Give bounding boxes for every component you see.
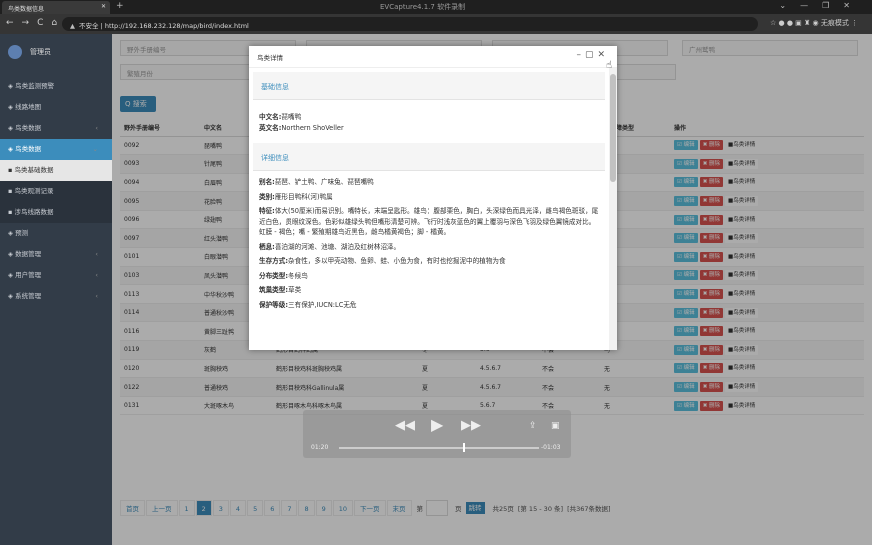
window-title: EVCapture4.1.7 软件录制 — [380, 3, 466, 11]
sidebar-item-label: 涉鸟线路数据 — [14, 208, 54, 216]
seek-knob[interactable] — [463, 443, 465, 452]
share-icon[interactable]: ⇪ — [529, 421, 537, 431]
field-label: 生存方式: — [259, 257, 289, 265]
sidebar-item[interactable]: ◈ 鸟类数据 ‹ — [0, 118, 112, 139]
field-label: 特征: — [259, 207, 275, 215]
field-label: 栖息: — [259, 242, 275, 251]
field-value: 雁形目鸭科(河)鸭属 — [274, 192, 333, 201]
profile-label: 无痕模式 — [820, 19, 849, 27]
detail-field: 特征:体大(50厘米)而易识别。嘴特长，末端呈匙形。雄鸟：腹部栗色，胸白，头深绿… — [253, 206, 605, 238]
seek-bar[interactable] — [339, 443, 539, 452]
detail-field: 分布类型:冬候鸟 — [253, 271, 605, 282]
sidebar-item[interactable]: ▪ 鸟类基础数据 — [0, 160, 112, 181]
sidebar-item-label: 用户管理 — [15, 271, 42, 279]
sidebar: 管理员 ◈ 鸟类监测预警 ◈ 线路地图 ◈ 鸟类数据 ‹ ◈ 鸟类数据 ⌄ ▪ 鸟类基础数据… — [0, 34, 112, 545]
detail-field: 类别:雁形目鸭科(河)鸭属 — [253, 192, 605, 203]
field-value: 杂食性，多以甲壳动物、鱼卵、蛙、小鱼为食，有时也挖掘泥中的植物为食 — [288, 257, 506, 265]
sidebar-item-label: 数据管理 — [15, 250, 42, 258]
sidebar-item-label: 线路地图 — [15, 103, 42, 111]
extensions[interactable]: ☆ ● ● ▣ ♜ ◉ 无痕模式 ⋮ — [770, 18, 858, 28]
field-label: 筑巢类型: — [259, 286, 289, 294]
detail-fields: 别名:琵琶、铲土鸭、广味兔、琵琶嘴鸭 类别:雁形目鸭科(河)鸭属 特征:体大(50厘… — [253, 177, 605, 314]
detail-field: 别名:琵琶、铲土鸭、广味兔、琵琶嘴鸭 — [253, 177, 605, 188]
modal-controls[interactable]: –▢✕ — [576, 50, 609, 60]
rewind-icon[interactable]: ◀◀ — [395, 418, 415, 433]
new-tab-icon[interactable]: + — [116, 1, 124, 11]
sidebar-item-label: 鸟类观测记录 — [14, 187, 54, 195]
cn-name-field: 中文名:琵嘴鸭 — [259, 113, 302, 121]
forward-icon[interactable]: ▶▶ — [461, 418, 481, 433]
field-value: 体大(50厘米)而易识别。嘴特长，末端呈匙形。雄鸟：腹部栗色，胸白，头深绿色而具… — [259, 207, 599, 236]
insecure-label: 不安全 — [79, 22, 99, 30]
browser-tab-bar: 鸟类数据信息 ✕ + EVCapture4.1.7 软件录制 ⌄—❐✕ — [0, 0, 872, 14]
detail-field: 保护等级:三有保护,IUCN:LC无危 — [253, 300, 605, 311]
sidebar-item[interactable]: ◈ 预测 — [0, 223, 112, 244]
sidebar-item[interactable]: ◈ 鸟类监测预警 — [0, 76, 112, 97]
avatar — [8, 45, 22, 59]
tab-title: 鸟类数据信息 — [8, 6, 45, 13]
sidebar-item[interactable]: ◈ 鸟类数据 ⌄ — [0, 139, 112, 160]
address-bar: ←→C⌂ ▲ 不安全 | http://192.168.232.128/map/b… — [0, 14, 872, 34]
insecure-warning-icon: ▲ — [70, 22, 75, 30]
detail-field: 生存方式:杂食性，多以甲壳动物、鱼卵、蛙、小鱼为食，有时也挖掘泥中的植物为食 — [253, 256, 605, 267]
chevron-icon: ‹ — [95, 250, 98, 258]
chevron-icon: ‹ — [95, 292, 98, 300]
field-value: 琵琶、铲土鸭、广味兔、琵琶嘴鸭 — [274, 178, 374, 186]
chevron-icon: ‹ — [95, 271, 98, 279]
field-label: 分布类型: — [259, 271, 289, 280]
window-controls[interactable]: ⌄—❐✕ — [779, 1, 864, 10]
field-label: 保护等级: — [259, 300, 289, 309]
field-label: 别名: — [259, 178, 275, 186]
detail-field: 栖息:喜泊湖的河滩、池塘、湖泊及红树林沼泽。 — [253, 242, 605, 253]
bird-detail-modal: 鸟类详情 –▢✕ 基础信息 中文名:琵嘴鸭 英文名:Northern ShoVe… — [249, 46, 617, 350]
sidebar-item-label: 鸟类监测预警 — [15, 82, 55, 90]
modal-body: 基础信息 中文名:琵嘴鸭 英文名:Northern ShoVeller 详细信息… — [249, 68, 609, 350]
detail-info-section: 详细信息 — [253, 143, 605, 171]
sidebar-item[interactable]: ◈ 用户管理 ‹ — [0, 265, 112, 286]
browser-tab[interactable]: 鸟类数据信息 ✕ — [2, 1, 110, 14]
modal-header: 鸟类详情 –▢✕ — [249, 46, 617, 68]
field-value: 三有保护,IUCN:LC无危 — [288, 300, 357, 309]
sidebar-item-label: 鸟类数据 — [15, 145, 42, 153]
en-name-field: 英文名:Northern ShoVeller — [259, 123, 344, 132]
sidebar-item[interactable]: ▪ 涉鸟线路数据 — [0, 202, 112, 223]
time-elapsed: 01:20 — [311, 444, 329, 451]
video-controls: ◀◀ ▶ ▶▶ ⇪ ▣ 01:20 -01:03 — [303, 410, 571, 458]
user-panel: 管理员 — [8, 42, 51, 62]
url-text: http://192.168.232.128/map/bird/index.ht… — [104, 22, 249, 30]
play-icon[interactable]: ▶ — [431, 415, 443, 434]
field-value: 草类 — [288, 286, 302, 294]
url-field[interactable]: ▲ 不安全 | http://192.168.232.128/map/bird/i… — [62, 17, 758, 31]
modal-title: 鸟类详情 — [257, 54, 283, 62]
cursor-icon: ☝ — [606, 60, 613, 71]
sidebar-item-label: 鸟类基础数据 — [14, 166, 54, 174]
close-tab-icon[interactable]: ✕ — [101, 3, 106, 10]
scroll-thumb[interactable] — [610, 74, 616, 182]
field-value: 冬候鸟 — [288, 271, 308, 280]
user-name: 管理员 — [30, 48, 51, 56]
field-value: 喜泊湖的河滩、池塘、湖泊及红树林沼泽。 — [274, 242, 401, 251]
sidebar-item[interactable]: ◈ 线路地图 — [0, 97, 112, 118]
chevron-icon: ⌄ — [92, 145, 98, 153]
field-label: 类别: — [259, 192, 275, 201]
sidebar-item-label: 预测 — [15, 229, 29, 237]
pip-icon[interactable]: ▣ — [551, 421, 560, 431]
modal-scrollbar[interactable] — [609, 68, 617, 350]
sidebar-item[interactable]: ◈ 数据管理 ‹ — [0, 244, 112, 265]
sidebar-menu: ◈ 鸟类监测预警 ◈ 线路地图 ◈ 鸟类数据 ‹ ◈ 鸟类数据 ⌄ ▪ 鸟类基础数据 ▪ 鸟类… — [0, 76, 112, 307]
nav-buttons[interactable]: ←→C⌂ — [6, 18, 65, 28]
time-remaining: -01:03 — [541, 444, 561, 451]
basic-info-section: 基础信息 — [253, 72, 605, 100]
chevron-icon: ‹ — [95, 124, 98, 132]
sidebar-item[interactable]: ▪ 鸟类观测记录 — [0, 181, 112, 202]
sidebar-item-label: 系统管理 — [15, 292, 42, 300]
detail-field: 筑巢类型:草类 — [253, 285, 605, 296]
sidebar-item[interactable]: ◈ 系统管理 ‹ — [0, 286, 112, 307]
sidebar-item-label: 鸟类数据 — [15, 124, 42, 132]
